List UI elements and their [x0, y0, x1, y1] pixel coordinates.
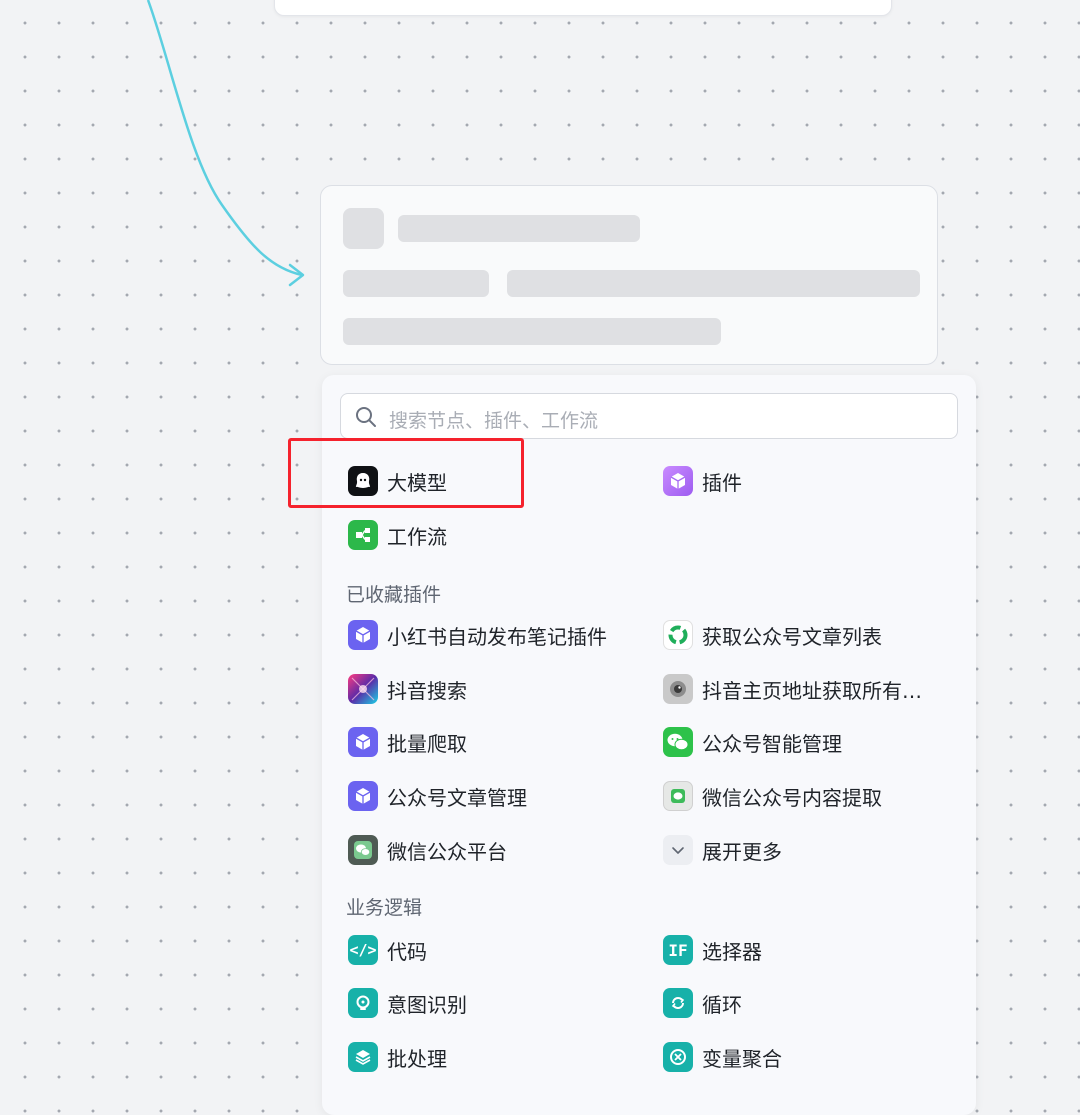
item-label: 循环: [702, 992, 742, 1017]
edge-arrow-icon: [288, 263, 305, 287]
favorite-plugin-item[interactable]: 获取公众号文章列表: [663, 619, 882, 651]
douyin-search-icon: [348, 674, 378, 704]
loop-icon: [663, 988, 693, 1018]
favorite-plugin-item[interactable]: 微信公众平台: [348, 834, 507, 866]
search-placeholder: 搜索节点、插件、工作流: [389, 410, 599, 432]
skeleton-avatar: [343, 208, 384, 249]
item-label: 意图识别: [387, 992, 467, 1017]
logic-node-item[interactable]: 批处理: [348, 1041, 447, 1073]
item-label: 公众号文章管理: [387, 785, 527, 810]
skeleton-line: [343, 318, 721, 345]
item-label: 获取公众号文章列表: [702, 624, 882, 649]
section-title-favorites: 已收藏插件: [346, 584, 442, 606]
favorite-plugin-item[interactable]: 微信公众号内容提取: [663, 780, 882, 812]
skeleton-title: [398, 215, 640, 242]
logic-node-item[interactable]: IF 选择器: [663, 934, 762, 966]
plugin-cube-icon: [348, 727, 378, 757]
favorite-plugin-item[interactable]: 小红书自动发布笔记插件: [348, 619, 607, 651]
item-label: 抖音主页地址获取所有…: [702, 678, 922, 703]
item-label: 批处理: [387, 1046, 447, 1071]
batch-icon: [348, 1042, 378, 1072]
eye-icon: [663, 674, 693, 704]
code-icon: </>: [348, 935, 378, 965]
item-label: 抖音搜索: [387, 678, 467, 703]
favorite-plugin-item[interactable]: 公众号智能管理: [663, 726, 842, 758]
item-label: 小红书自动发布笔记插件: [387, 624, 607, 649]
wechat-icon: [663, 727, 693, 757]
item-label: 插件: [702, 470, 742, 495]
favorite-plugin-item[interactable]: 抖音搜索: [348, 673, 467, 705]
expand-more-button[interactable]: 展开更多: [663, 834, 782, 866]
green-ring-icon: [663, 620, 693, 650]
intent-icon: [348, 988, 378, 1018]
wechat-gray-icon: [663, 781, 693, 811]
section-title-business-logic: 业务逻辑: [346, 897, 423, 919]
item-label: 代码: [387, 939, 427, 964]
favorite-plugin-item[interactable]: 抖音主页地址获取所有…: [663, 673, 922, 705]
item-label: 变量聚合: [702, 1046, 782, 1071]
previous-node-card[interactable]: [274, 0, 892, 16]
favorite-plugin-item[interactable]: 批量爬取: [348, 726, 467, 758]
skeleton-line: [507, 270, 920, 297]
highlight-box: [288, 438, 524, 508]
item-label: 选择器: [702, 939, 762, 964]
variable-merge-icon: [663, 1042, 693, 1072]
plugin-cube-icon: [348, 781, 378, 811]
item-label: 工作流: [387, 524, 447, 549]
item-label: 微信公众平台: [387, 839, 507, 864]
node-item-workflow[interactable]: 工作流: [348, 519, 447, 551]
search-input[interactable]: 搜索节点、插件、工作流: [340, 393, 958, 439]
node-item-plugin[interactable]: 插件: [663, 465, 742, 497]
workflow-icon: [348, 520, 378, 550]
item-label: 公众号智能管理: [702, 731, 842, 756]
new-node-skeleton-card[interactable]: [320, 185, 938, 365]
item-label: 展开更多: [702, 839, 782, 864]
item-label: 批量爬取: [387, 731, 467, 756]
search-icon: [356, 407, 376, 427]
chevron-down-icon: [663, 835, 693, 865]
wechat-dark-icon: [348, 835, 378, 865]
skeleton-line: [343, 270, 489, 297]
logic-node-item[interactable]: 变量聚合: [663, 1041, 782, 1073]
if-selector-icon: IF: [663, 935, 693, 965]
logic-node-item[interactable]: 循环: [663, 987, 742, 1019]
logic-node-item[interactable]: 意图识别: [348, 987, 467, 1019]
logic-node-item[interactable]: </> 代码: [348, 934, 427, 966]
item-label: 微信公众号内容提取: [702, 785, 882, 810]
plugin-cube-icon: [348, 620, 378, 650]
favorite-plugin-item[interactable]: 公众号文章管理: [348, 780, 527, 812]
plugin-cube-icon: [663, 466, 693, 496]
